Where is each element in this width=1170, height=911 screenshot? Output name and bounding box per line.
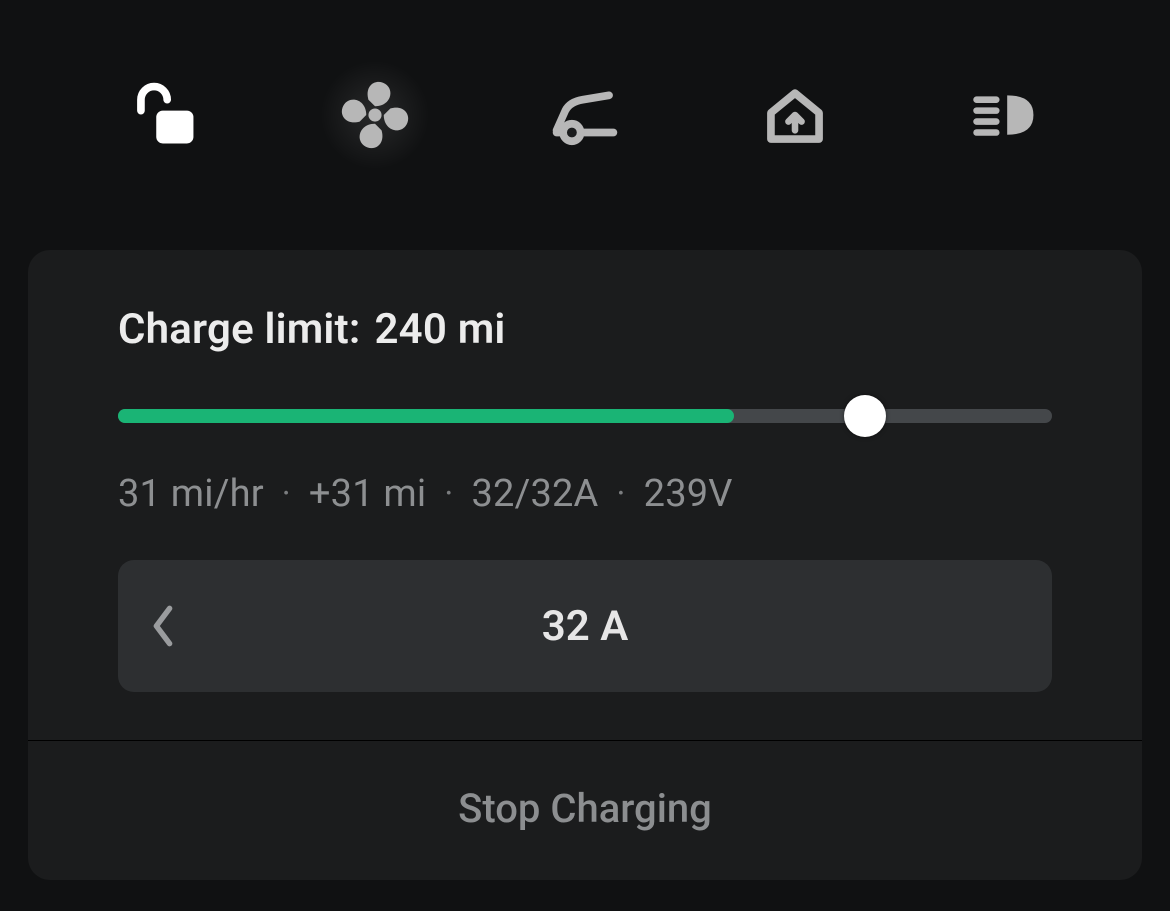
- charge-limit-slider[interactable]: [118, 396, 1052, 436]
- charge-limit-value: 240 mi: [374, 305, 505, 354]
- charge-added: +31 mi: [309, 472, 426, 516]
- fan-icon: [340, 80, 410, 150]
- headlights-icon: [970, 80, 1040, 150]
- stop-charging-button[interactable]: Stop Charging: [28, 741, 1142, 880]
- dot-separator: ·: [444, 474, 453, 514]
- dot-separator: ·: [617, 474, 626, 514]
- amp-selector[interactable]: 32 A: [118, 560, 1052, 692]
- unlock-icon: [130, 80, 200, 150]
- charge-amps: 32/32A: [471, 472, 598, 516]
- charge-rate: 31 mi/hr: [118, 472, 264, 516]
- homelink-icon: [760, 80, 830, 150]
- amp-value: 32 A: [118, 602, 1052, 651]
- lock-button[interactable]: [110, 60, 220, 170]
- slider-thumb[interactable]: [844, 395, 886, 437]
- slider-fill: [118, 409, 734, 423]
- charge-volts: 239V: [644, 472, 733, 516]
- charge-limit-title: Charge limit: 240 mi: [118, 305, 1052, 354]
- quick-actions-toolbar: [0, 0, 1170, 210]
- charging-stats: 31 mi/hr · +31 mi · 32/32A · 239V: [118, 472, 1052, 516]
- lights-button[interactable]: [950, 60, 1060, 170]
- dot-separator: ·: [282, 474, 291, 514]
- frunk-button[interactable]: [530, 60, 640, 170]
- charging-card: Charge limit: 240 mi 31 mi/hr · +31 mi ·…: [28, 250, 1142, 880]
- charge-limit-label: Charge limit:: [118, 305, 360, 354]
- homelink-button[interactable]: [740, 60, 850, 170]
- frunk-icon: [550, 80, 620, 150]
- climate-button[interactable]: [320, 60, 430, 170]
